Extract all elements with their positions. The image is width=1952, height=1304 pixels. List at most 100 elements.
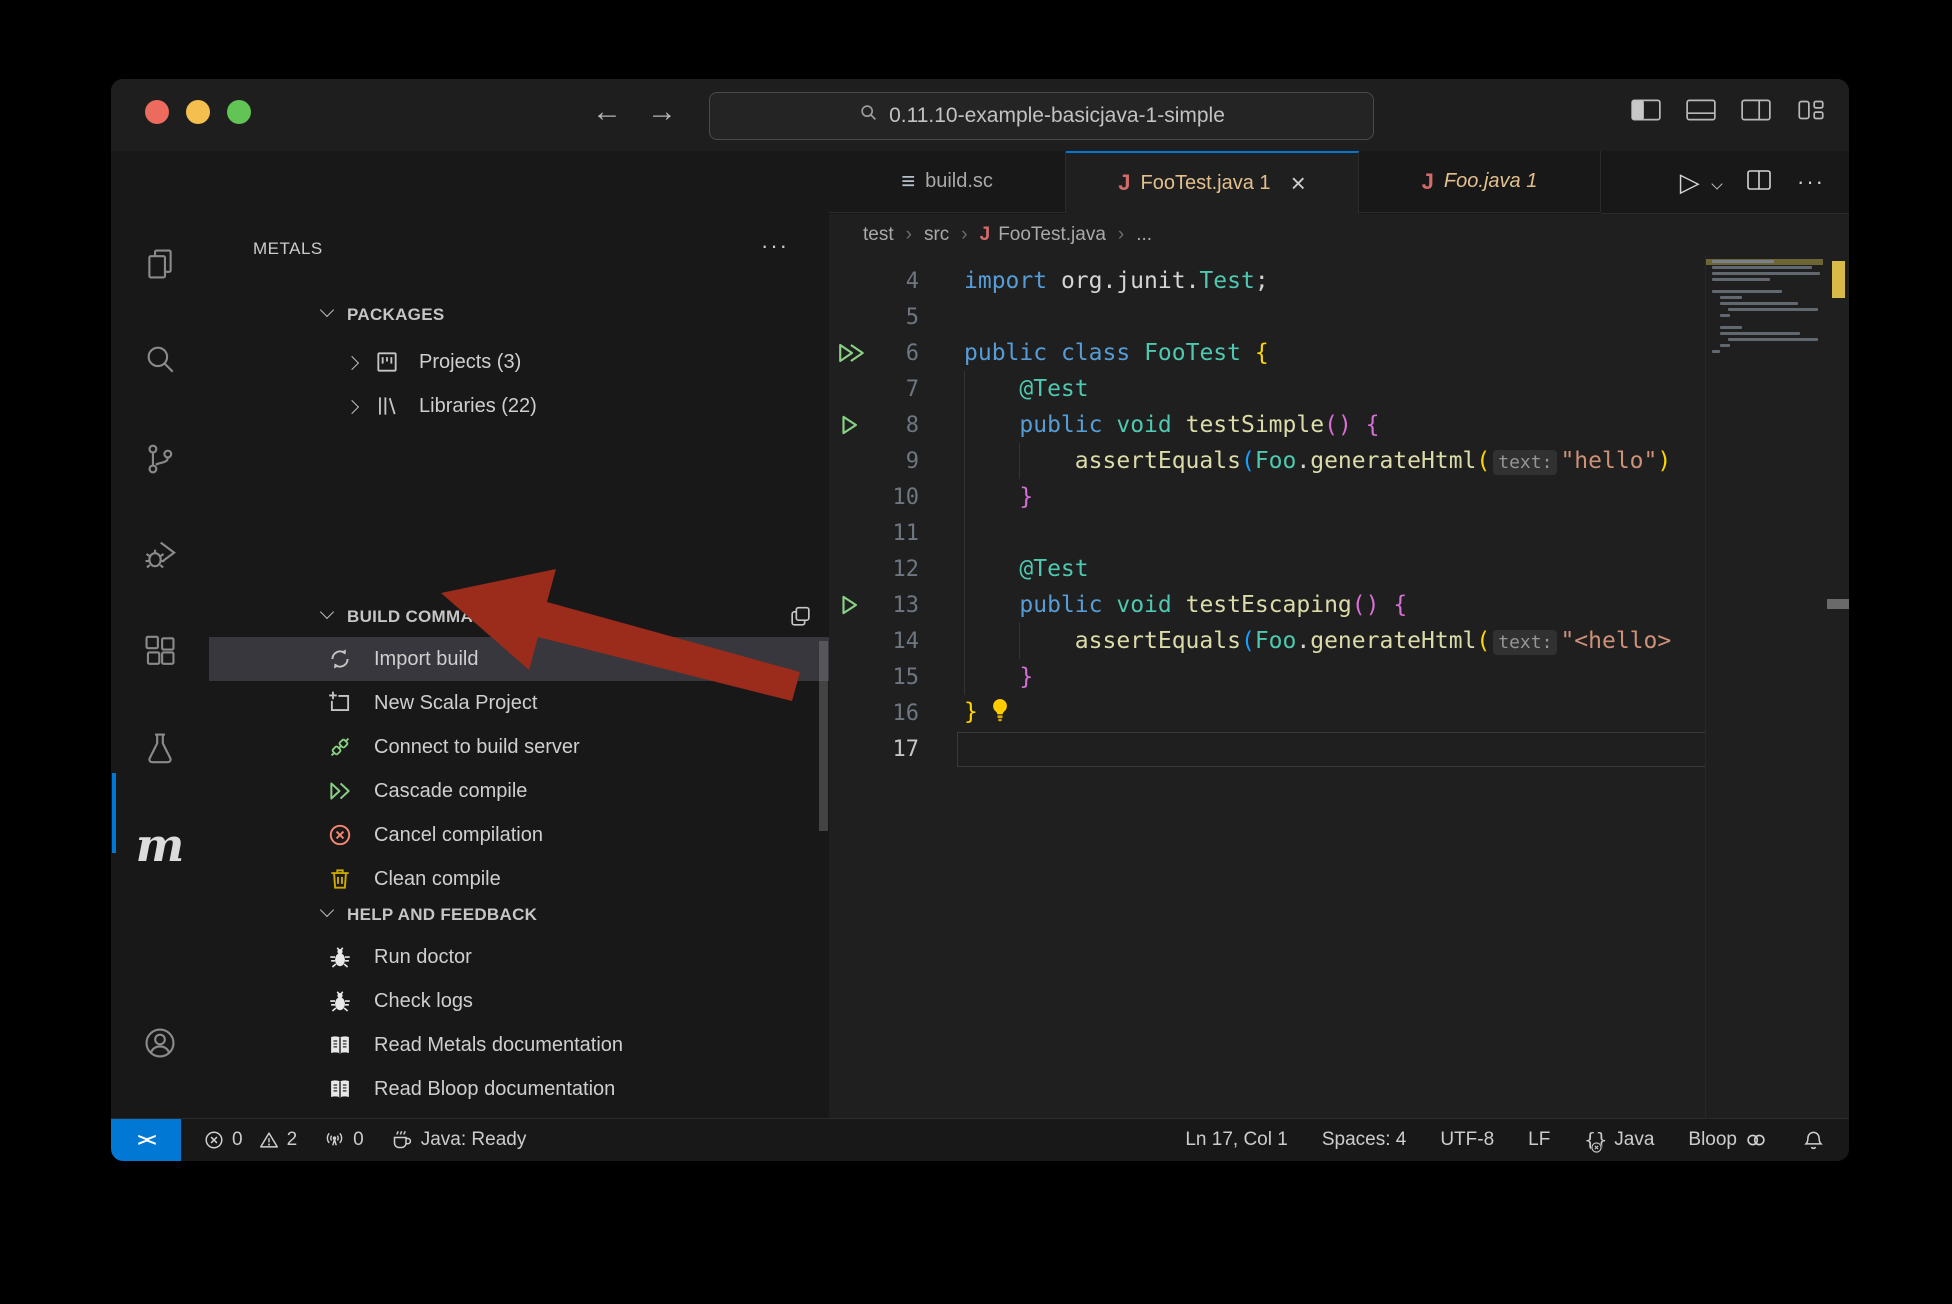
- sidebar-more-actions-icon[interactable]: ···: [761, 233, 789, 259]
- minimap[interactable]: [1705, 256, 1823, 1119]
- status-item-utf-8[interactable]: UTF-8: [1440, 1129, 1494, 1151]
- toggle-panel-icon[interactable]: [1685, 97, 1717, 123]
- activity-bar-item-source-control[interactable]: [111, 426, 209, 496]
- split-editor-icon[interactable]: [1745, 168, 1773, 197]
- activity-bar-item-metals[interactable]: m: [111, 810, 209, 880]
- status-item-spaces-4[interactable]: Spaces: 4: [1322, 1129, 1407, 1151]
- activity-bar-item-run-and-debug[interactable]: [111, 521, 209, 591]
- status-item-ln-17-col-1[interactable]: Ln 17, Col 1: [1185, 1129, 1287, 1151]
- sidebar-scrollbar[interactable]: [819, 641, 828, 831]
- section-label: PACKAGES: [347, 305, 445, 325]
- minimap-line: [1712, 278, 1770, 281]
- activity-bar-item-testing[interactable]: [111, 715, 209, 785]
- breadcrumb[interactable]: test›src›JFooTest.java›...: [829, 214, 1849, 256]
- close-icon[interactable]: ×: [1291, 170, 1306, 196]
- activity-bar-item-accounts[interactable]: [111, 1010, 209, 1080]
- status-item-java[interactable]: {}Java: [1584, 1129, 1654, 1151]
- file-icon: ≡: [901, 168, 915, 196]
- remote-indicator[interactable]: ><: [111, 1119, 181, 1161]
- sidebar-item-clean-compile[interactable]: Clean compile: [209, 857, 829, 901]
- code-line-4[interactable]: 4import org.junit.Test;: [829, 263, 1849, 299]
- breadcrumb-item-src[interactable]: src: [924, 224, 949, 246]
- status-label: Java: [1614, 1129, 1654, 1151]
- sidebar-item-cancel-compilation[interactable]: Cancel compilation: [209, 813, 829, 857]
- section-header-packages[interactable]: PACKAGES: [209, 298, 829, 331]
- problems-status[interactable]: 0 2: [203, 1129, 297, 1151]
- zoom-window-button[interactable]: [227, 100, 251, 124]
- code-line-17[interactable]: 17: [829, 731, 1849, 767]
- line-number: 5: [859, 305, 919, 330]
- code-line-9[interactable]: 9 assertEquals(Foo.generateHtml(text:"he…: [829, 443, 1849, 479]
- code-line-5[interactable]: 5: [829, 299, 1849, 335]
- activity-bar: m: [111, 151, 210, 1119]
- forward-button[interactable]: →: [642, 95, 682, 129]
- minimap-line: [1712, 272, 1820, 275]
- run-button[interactable]: ▷: [1680, 167, 1721, 198]
- sidebar-item-cascade-compile[interactable]: Cascade compile: [209, 769, 829, 813]
- code-editor[interactable]: 4import org.junit.Test; 5 6public class Fo…: [829, 256, 1849, 1119]
- project-icon: [374, 349, 400, 375]
- item-label: Read Bloop documentation: [374, 1078, 615, 1101]
- section-build-commands: BUILD COMMANDS Import build New Scala Pr…: [209, 600, 829, 901]
- back-button[interactable]: ←: [587, 95, 627, 129]
- status-item-bell[interactable]: [1802, 1129, 1825, 1152]
- line-number: 14: [859, 629, 919, 654]
- line-number: 17: [859, 737, 919, 762]
- status-item-bloop[interactable]: Bloop: [1688, 1128, 1768, 1152]
- code-line-7[interactable]: 7 @Test: [829, 371, 1849, 407]
- tab-foo-java[interactable]: J Foo.java 1: [1359, 151, 1601, 213]
- sidebar-item-libraries-22[interactable]: Libraries (22): [209, 384, 829, 428]
- sidebar-item-check-logs[interactable]: Check logs: [209, 979, 829, 1023]
- activity-bar-item-explorer[interactable]: [111, 231, 209, 301]
- toggle-secondary-sidebar-icon[interactable]: [1740, 97, 1772, 123]
- sidebar-item-read-bloop-documentation[interactable]: Read Bloop documentation: [209, 1067, 829, 1111]
- cancel-icon: [327, 822, 353, 848]
- java-status[interactable]: Java: Ready: [390, 1128, 527, 1152]
- sidebar-item-import-build[interactable]: Import build: [209, 637, 829, 681]
- close-window-button[interactable]: [145, 100, 169, 124]
- activity-bar-item-extensions[interactable]: [111, 618, 209, 688]
- code-line-8[interactable]: 8 public void testSimple() {: [829, 407, 1849, 443]
- code-line-16[interactable]: 16}: [829, 695, 1849, 731]
- code-line-10[interactable]: 10 }: [829, 479, 1849, 515]
- java-file-icon: J: [980, 224, 991, 246]
- status-item-lf[interactable]: LF: [1528, 1129, 1550, 1151]
- code-line-15[interactable]: 15 }: [829, 659, 1849, 695]
- toggle-sidebar-icon[interactable]: [1630, 97, 1662, 123]
- breadcrumb-item-[interactable]: ...: [1136, 224, 1152, 246]
- tab-build-sc[interactable]: ≡ build.sc: [829, 151, 1066, 213]
- code-line-12[interactable]: 12 @Test: [829, 551, 1849, 587]
- line-number: 7: [859, 377, 919, 402]
- breadcrumb-item-footest-java[interactable]: JFooTest.java: [980, 224, 1106, 246]
- sidebar-item-new-scala-project[interactable]: New Scala Project: [209, 681, 829, 725]
- lightbulb-icon[interactable]: [988, 697, 1012, 729]
- sidebar-item-connect-to-build-server[interactable]: Connect to build server: [209, 725, 829, 769]
- minimap-line: [1712, 350, 1720, 353]
- more-actions-icon[interactable]: ···: [1797, 169, 1825, 195]
- search-icon: [143, 342, 177, 381]
- ports-status[interactable]: 0: [323, 1129, 364, 1152]
- section-header-help-and-feedback[interactable]: HELP AND FEEDBACK: [209, 898, 829, 931]
- sidebar-item-projects-3[interactable]: Projects (3): [209, 340, 829, 384]
- code-line-6[interactable]: 6public class FooTest {: [829, 335, 1849, 371]
- code-line-13[interactable]: 13 public void testEscaping() {: [829, 587, 1849, 623]
- activity-bar-item-search[interactable]: [111, 326, 209, 396]
- copy-icon[interactable]: [788, 604, 813, 634]
- tab-footest-java[interactable]: J FooTest.java 1×: [1066, 151, 1359, 214]
- minimize-window-button[interactable]: [186, 100, 210, 124]
- section-header-build-commands[interactable]: BUILD COMMANDS: [209, 600, 829, 633]
- code-text: public class FooTest {: [964, 340, 1269, 366]
- minimap-line: [1728, 308, 1818, 311]
- sidebar-item-run-doctor[interactable]: Run doctor: [209, 935, 829, 979]
- status-right: Ln 17, Col 1 Spaces: 4 UTF-8 LF {}Java Bloop: [1185, 1128, 1849, 1152]
- sidebar-title: METALS: [253, 239, 323, 259]
- customize-layout-icon[interactable]: [1795, 97, 1827, 123]
- sidebar-item-read-metals-documentation[interactable]: Read Metals documentation: [209, 1023, 829, 1067]
- breadcrumb-item-test[interactable]: test: [863, 224, 894, 246]
- line-number: 9: [859, 449, 919, 474]
- inlay-hint: text:: [1493, 630, 1557, 655]
- code-line-11[interactable]: 11: [829, 515, 1849, 551]
- code-line-14[interactable]: 14 assertEquals(Foo.generateHtml(text:"<…: [829, 623, 1849, 659]
- book-icon: [327, 1076, 353, 1102]
- command-center-search[interactable]: 0.11.10-example-basicjava-1-simple: [709, 92, 1374, 140]
